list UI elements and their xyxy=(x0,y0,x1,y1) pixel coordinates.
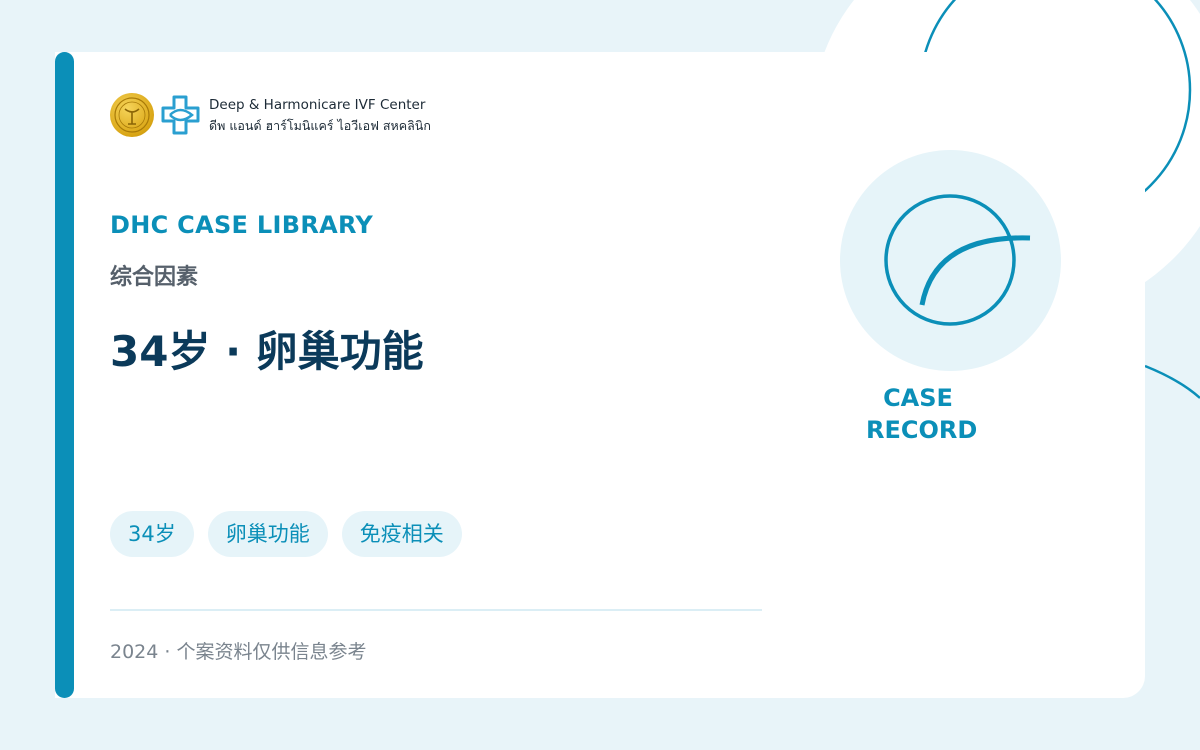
logo-name-th: ดีพ แอนด์ ฮาร์โมนิแคร์ ไอวีเอฟ สหคลินิก xyxy=(209,118,431,133)
tag-age: 34岁 xyxy=(110,511,194,557)
logo-name-en: Deep & Harmonicare IVF Center xyxy=(209,97,426,113)
tag-list: 34岁 卵巢功能 免疫相关 xyxy=(110,511,462,557)
accent-bar xyxy=(55,52,74,698)
circle-arc-icon xyxy=(884,194,1031,326)
medical-cross-icon xyxy=(161,95,200,135)
library-label: DHC CASE LIBRARY xyxy=(110,211,374,239)
case-badge xyxy=(840,150,1061,371)
tag-ovarian-function: 卵巢功能 xyxy=(207,511,328,557)
brand-logo: Deep & Harmonicare IVF Center ดีพ แอนด์ … xyxy=(110,93,440,137)
case-title: 34岁 · 卵巢功能 xyxy=(110,327,424,376)
case-category: 综合因素 xyxy=(110,265,199,290)
case-badge-line2: RECORD xyxy=(866,416,978,444)
divider xyxy=(110,609,762,611)
tag-immune: 免疫相关 xyxy=(341,511,462,557)
case-badge-line1: CASE xyxy=(883,384,953,412)
footer-note: 2024 · 个案资料仅供信息参考 xyxy=(110,641,367,663)
gold-seal-icon xyxy=(110,93,154,137)
case-badge-label: CASE RECORD xyxy=(866,382,978,446)
